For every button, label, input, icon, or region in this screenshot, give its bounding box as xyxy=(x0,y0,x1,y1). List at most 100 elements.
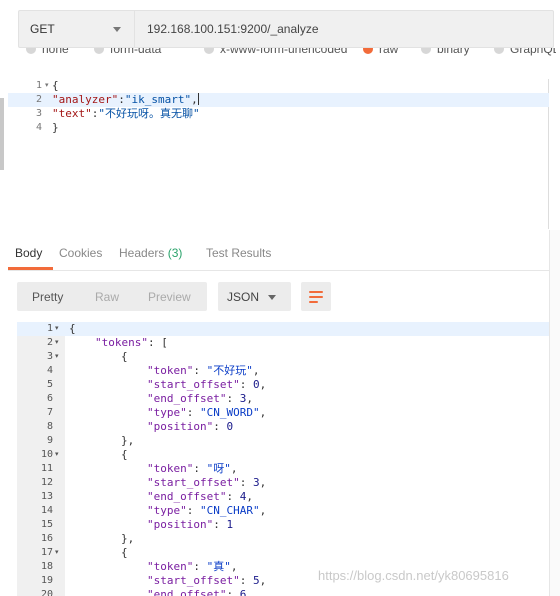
line-number: 14 xyxy=(40,505,53,516)
code-token: }, xyxy=(121,434,135,447)
code-text: { xyxy=(121,546,128,560)
code-token: "end_offset" xyxy=(147,588,227,596)
fold-toggle-icon[interactable]: ▾ xyxy=(55,546,59,560)
code-token: { xyxy=(121,448,128,461)
code-text: "end_offset": 3, xyxy=(147,392,253,406)
code-token: : xyxy=(226,392,240,405)
code-token: "end_offset" xyxy=(147,392,227,405)
fold-toggle-icon[interactable]: ▾ xyxy=(55,448,59,462)
tab-cookies[interactable]: Cookies xyxy=(59,246,102,260)
code-token: "CN_WORD" xyxy=(200,406,260,419)
code-text: } xyxy=(52,121,59,135)
line-number: 6 xyxy=(46,393,53,404)
radio-circle-icon xyxy=(204,48,214,54)
code-text: "start_offset": 0, xyxy=(147,378,266,392)
left-scrollbar[interactable] xyxy=(0,98,4,170)
line-number: 2 xyxy=(46,337,53,348)
line-number: 15 xyxy=(40,519,53,530)
line-number: 12 xyxy=(40,477,53,488)
radio-none[interactable]: none xyxy=(26,48,69,56)
tab-headers[interactable]: Headers (3) xyxy=(119,246,182,260)
code-line: 9}, xyxy=(17,434,549,448)
code-token: , xyxy=(259,378,267,391)
code-token: "真" xyxy=(206,560,231,573)
code-token: 5 xyxy=(252,574,260,587)
radio-binary[interactable]: binary xyxy=(421,48,470,56)
code-token: , xyxy=(191,93,198,106)
method-select[interactable]: GET xyxy=(19,11,135,47)
code-token: "token" xyxy=(147,560,194,573)
line-number: 3 xyxy=(35,108,42,119)
line-number: 11 xyxy=(40,463,53,474)
radio-graphql[interactable]: GraphQL xyxy=(494,48,556,56)
code-token: "end_offset" xyxy=(147,490,227,503)
code-line: 4} xyxy=(8,121,549,135)
code-token: "不好玩呀。真无聊" xyxy=(98,107,200,120)
code-token: 0 xyxy=(252,378,260,391)
line-number: 17 xyxy=(40,547,53,558)
code-token: "token" xyxy=(147,462,194,475)
fold-toggle-icon[interactable]: ▾ xyxy=(55,336,59,350)
view-mode-group: Pretty Raw Preview xyxy=(17,282,207,311)
code-line: 13 "end_offset": 4, xyxy=(17,490,549,504)
line-number: 10 xyxy=(40,449,53,460)
code-token: { xyxy=(69,322,76,335)
code-text: "token": "不好玩", xyxy=(147,364,259,378)
format-select[interactable]: JSON xyxy=(218,282,291,311)
tab-body[interactable]: Body xyxy=(15,246,42,260)
headers-count-badge: (3) xyxy=(167,246,183,260)
response-body-viewer[interactable]: 1 ▾{2 ▾ "tokens": [3 ▾{4 "token": "不好玩", 5 "sta… xyxy=(17,322,549,596)
code-line: 20 "end_offset": 6 xyxy=(17,588,549,596)
code-token: { xyxy=(121,546,128,559)
code-token: : xyxy=(226,588,240,596)
code-token: : xyxy=(118,93,125,106)
code-token: , xyxy=(259,574,267,587)
chevron-down-icon xyxy=(268,295,276,300)
code-line: 1 ▾{ xyxy=(8,79,549,93)
code-text: "position": 1 xyxy=(147,518,233,532)
code-text: "end_offset": 4, xyxy=(147,490,253,504)
line-number: 2 xyxy=(35,94,42,105)
request-bar: GET 192.168.100.151:9200/_analyze xyxy=(18,10,554,48)
watermark: https://blog.csdn.net/yk80695816 xyxy=(318,568,509,583)
line-number: 1 xyxy=(35,80,42,91)
line-number: 4 xyxy=(46,365,53,376)
code-token: : xyxy=(239,574,253,587)
fold-toggle-icon[interactable]: ▾ xyxy=(45,79,49,93)
right-scrollbar[interactable] xyxy=(549,230,560,596)
active-tab-indicator xyxy=(8,267,53,270)
code-token: "type" xyxy=(147,406,187,419)
request-body-editor[interactable]: 1 ▾{2 "analyzer":"ik_smart", 3 "text":"不好玩呀。… xyxy=(8,79,549,229)
code-line: 7 "type": "CN_WORD", xyxy=(17,406,549,420)
code-text: "analyzer":"ik_smart", xyxy=(52,93,199,107)
code-line: 4 "token": "不好玩", xyxy=(17,364,549,378)
raw-button[interactable]: Raw xyxy=(95,290,119,304)
radio-selected-icon xyxy=(363,48,373,54)
code-line: 8 "position": 0 xyxy=(17,420,549,434)
url-input[interactable]: 192.168.100.151:9200/_analyze xyxy=(147,22,319,36)
code-line: 2 ▾ "tokens": [ xyxy=(17,336,549,350)
radio-form-data[interactable]: form-data xyxy=(94,48,161,56)
code-line: 11 "token": "呀", xyxy=(17,462,549,476)
tab-test-results[interactable]: Test Results xyxy=(206,246,271,260)
line-number: 18 xyxy=(40,561,53,572)
wrap-lines-button[interactable] xyxy=(301,282,331,311)
code-text: { xyxy=(121,448,128,462)
fold-toggle-icon[interactable]: ▾ xyxy=(55,350,59,364)
code-token: : xyxy=(186,406,200,419)
line-number: 8 xyxy=(46,421,53,432)
pretty-button[interactable]: Pretty xyxy=(32,290,63,304)
radio-raw[interactable]: raw xyxy=(363,48,398,56)
code-token: : xyxy=(193,364,207,377)
code-token: "start_offset" xyxy=(147,574,240,587)
chevron-down-icon xyxy=(113,27,121,32)
code-token: { xyxy=(52,79,59,92)
radio-x-www-form-urlencoded[interactable]: x-www-form-urlencoded xyxy=(204,48,347,56)
fold-toggle-icon[interactable]: ▾ xyxy=(55,322,59,336)
code-text: "type": "CN_CHAR", xyxy=(147,504,266,518)
wrap-lines-icon xyxy=(309,291,323,293)
code-token: "不好玩" xyxy=(206,364,253,377)
code-token: : [ xyxy=(147,336,168,349)
line-number: 5 xyxy=(46,379,53,390)
preview-button[interactable]: Preview xyxy=(148,290,191,304)
